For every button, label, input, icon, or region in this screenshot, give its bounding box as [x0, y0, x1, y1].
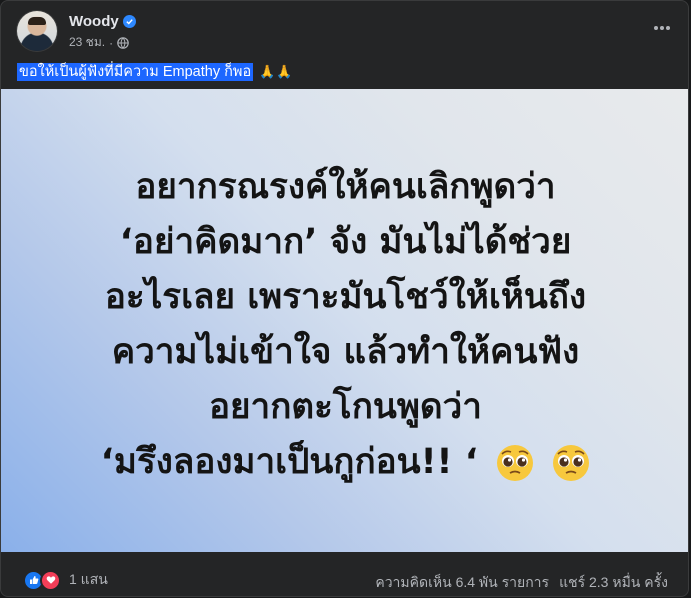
comments-count[interactable]: ความคิดเห็น 6.4 พัน รายการ [375, 572, 549, 594]
post-card: Woody 23 ชม. · ขอให้เป็นผู้ฟังที่มีความ … [0, 0, 689, 597]
post-image[interactable]: อยากรณรงค์ให้คนเลิกพูดว่า ‘อย่าคิดมาก’ จ… [1, 89, 688, 552]
reactions-summary[interactable]: 1 แสน [23, 569, 108, 591]
post-caption: ขอให้เป็นผู้ฟังที่มีความ Empathy ก็พอ 🙏🙏 [17, 60, 294, 83]
quote-line-last: ‘มรึงลองมาเป็นกูก่อน!! ‘ [101, 435, 591, 490]
image-quote: อยากรณรงค์ให้คนเลิกพูดว่า ‘อย่าคิดมาก’ จ… [101, 160, 591, 490]
verified-badge-icon [122, 15, 136, 28]
post-time[interactable]: 23 ชม. [69, 33, 105, 52]
post-header: Woody 23 ชม. · [17, 11, 677, 51]
more-options-icon[interactable] [649, 15, 675, 41]
author-name-row: Woody [69, 13, 136, 30]
caption-text: ขอให้เป็นผู้ฟังที่มีความ Empathy ก็พอ [17, 63, 254, 81]
pray-emoji: 🙏🙏 [259, 64, 294, 79]
post-stats: ความคิดเห็น 6.4 พัน รายการ แชร์ 2.3 หมื่… [375, 572, 668, 594]
quote-line: อะไรเลย เพราะมันโชว์ให้เห็นถึง [104, 276, 587, 317]
globe-icon[interactable] [117, 36, 129, 49]
meta-separator: · [109, 35, 114, 50]
author-avatar[interactable] [17, 11, 57, 51]
quote-line: ความไม่เข้าใจ แล้วทำให้คนฟัง [111, 331, 580, 372]
shares-count[interactable]: แชร์ 2.3 หมื่น ครั้ง [559, 572, 668, 594]
reaction-count: 1 แสน [69, 571, 108, 587]
quote-line: ‘อย่าคิดมาก’ จัง มันไม่ได้ช่วย [119, 221, 572, 262]
love-reaction-icon [40, 569, 61, 591]
author-name[interactable]: Woody [69, 13, 119, 30]
quote-line: อยากตะโกนพูดว่า [209, 386, 482, 427]
pleading-face-icon [497, 444, 534, 481]
post-footer: 1 แสน ความคิดเห็น 6.4 พัน รายการ แชร์ 2.… [1, 564, 688, 594]
pleading-face-icon [553, 444, 590, 481]
quote-line: อยากรณรงค์ให้คนเลิกพูดว่า [135, 166, 556, 207]
quote-line-text: ‘มรึงลองมาเป็นกูก่อน!! ‘ [100, 441, 478, 482]
post-meta: 23 ชม. · [69, 33, 129, 52]
